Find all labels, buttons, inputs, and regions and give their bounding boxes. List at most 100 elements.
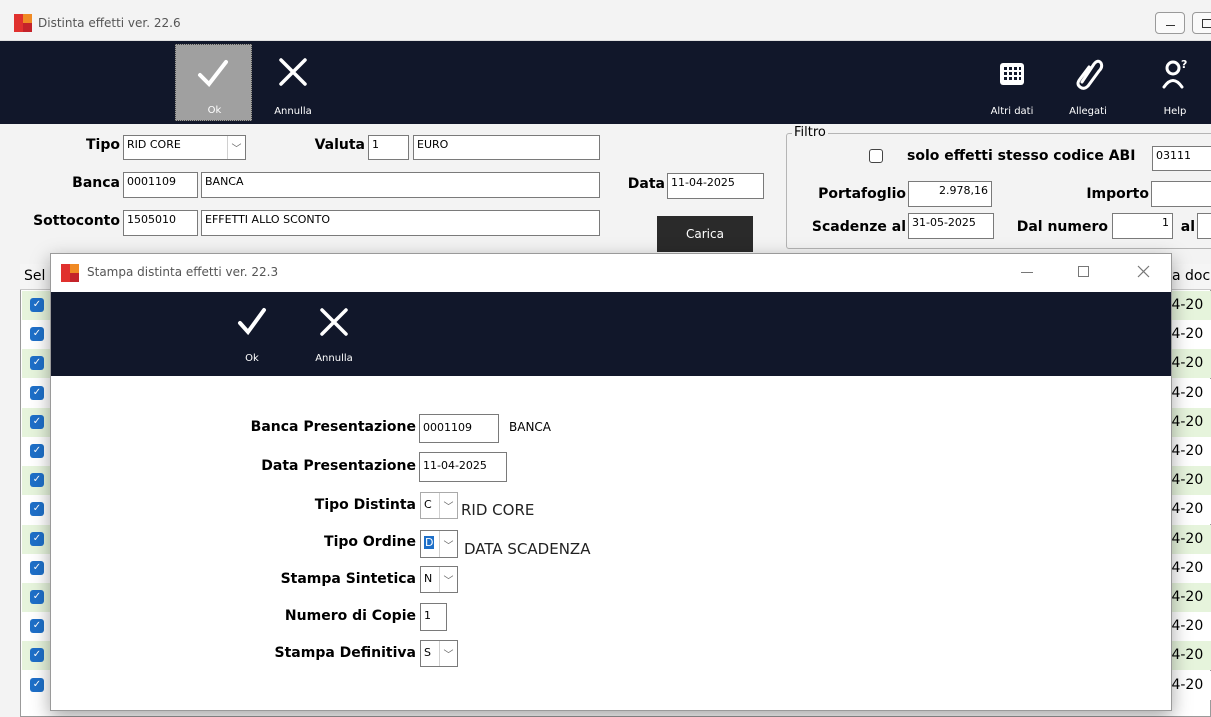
banca-presentazione-label: Banca Presentazione <box>250 419 416 435</box>
valuta-desc-field[interactable]: EURO <box>413 135 600 160</box>
row-select-checkbox[interactable]: ✓ <box>30 648 44 663</box>
sottoconto-code-field[interactable]: 1505010 <box>123 210 198 236</box>
minimize-icon <box>1166 25 1175 26</box>
chevron-down-icon: ﹀ <box>439 531 457 557</box>
abi-field[interactable]: 03111 <box>1152 146 1211 171</box>
dialog-minimize-icon[interactable] <box>1021 272 1033 273</box>
row-select-checkbox[interactable]: ✓ <box>30 414 44 429</box>
banca-code-field[interactable]: 0001109 <box>123 172 198 198</box>
importo-label: Importo <box>1086 186 1149 202</box>
banca-presentazione-field[interactable]: 0001109 <box>419 414 499 443</box>
portafoglio-label: Portafoglio <box>818 186 906 202</box>
solo-effetti-checkbox[interactable] <box>869 149 883 163</box>
dal-numero-label: Dal numero <box>1016 219 1108 235</box>
dialog-toolbar: Ok Annulla <box>51 292 1171 376</box>
ok-label: Ok <box>207 105 222 116</box>
tipo-distinta-desc: RID CORE <box>461 501 535 519</box>
col-sel-header[interactable]: Sel <box>24 268 45 284</box>
row-select-checkbox[interactable]: ✓ <box>30 560 44 575</box>
al-label: al <box>1180 219 1195 235</box>
portafoglio-field[interactable]: 2.978,16 <box>908 181 992 207</box>
stampa-definitiva-value: S <box>424 646 431 659</box>
row-select-checkbox[interactable]: ✓ <box>30 356 44 371</box>
chevron-down-icon: ﹀ <box>439 641 457 666</box>
ok-button[interactable]: Ok <box>175 44 252 121</box>
dialog-titlebar: Stampa distinta effetti ver. 22.3 <box>51 254 1171 292</box>
importo-field[interactable] <box>1151 181 1211 207</box>
sottoconto-label: Sottoconto <box>33 213 120 229</box>
close-icon <box>279 58 307 86</box>
numero-copie-field[interactable]: 1 <box>420 603 447 631</box>
dialog-ok-button[interactable]: Ok <box>231 300 273 370</box>
data-presentazione-field[interactable]: 11-04-2025 <box>419 452 507 482</box>
tipo-distinta-label: Tipo Distinta <box>314 497 416 513</box>
al-field[interactable] <box>1197 213 1211 239</box>
scadenze-field[interactable]: 31-05-2025 <box>908 213 994 239</box>
row-select-checkbox[interactable]: ✓ <box>30 298 44 312</box>
dialog-logo-icon <box>61 264 79 282</box>
row-select-checkbox[interactable]: ✓ <box>30 502 44 517</box>
solo-effetti-label: solo effetti stesso codice ABI <box>907 148 1136 164</box>
tipo-distinta-value: C <box>424 498 432 511</box>
dialog-title: Stampa distinta effetti ver. 22.3 <box>87 265 279 279</box>
data-label: Data <box>627 176 665 192</box>
altri-dati-label: Altri dati <box>990 106 1034 117</box>
annulla-button[interactable]: Annulla <box>262 44 324 121</box>
allegati-button[interactable]: Allegati <box>1060 44 1116 121</box>
row-select-checkbox[interactable]: ✓ <box>30 327 44 342</box>
sottoconto-desc-field[interactable]: EFFETTI ALLO SCONTO <box>201 210 600 236</box>
window-title: Distinta effetti ver. 22.6 <box>38 16 181 30</box>
dialog-close-icon[interactable] <box>1137 265 1150 278</box>
tipo-ordine-select[interactable]: D ﹀ <box>420 530 458 558</box>
tipo-select[interactable]: RID CORE ﹀ <box>123 135 246 160</box>
check-icon <box>238 308 266 336</box>
row-select-checkbox[interactable]: ✓ <box>30 385 44 400</box>
row-select-checkbox[interactable]: ✓ <box>30 473 44 488</box>
filtro-legend: Filtro <box>792 125 828 140</box>
stampa-distinta-dialog: Stampa distinta effetti ver. 22.3 Ok Ann… <box>50 253 1172 711</box>
stampa-sintetica-select[interactable]: N ﹀ <box>420 566 458 593</box>
data-presentazione-label: Data Presentazione <box>261 458 416 474</box>
help-label: Help <box>1163 106 1187 117</box>
maximize-button[interactable] <box>1192 12 1211 34</box>
help-person-icon: ? <box>1162 58 1187 89</box>
row-select-checkbox[interactable]: ✓ <box>30 590 44 604</box>
annulla-label: Annulla <box>274 106 312 117</box>
valuta-code-field[interactable]: 1 <box>368 135 409 160</box>
carica-button[interactable]: Carica <box>657 216 753 252</box>
dal-numero-field[interactable]: 1 <box>1112 213 1173 239</box>
stampa-definitiva-label: Stampa Definitiva <box>274 645 416 661</box>
svg-text:?: ? <box>1181 58 1187 71</box>
dialog-annulla-label: Annulla <box>315 353 353 364</box>
banca-presentazione-desc: BANCA <box>509 420 552 434</box>
maximize-icon <box>1202 19 1211 28</box>
banca-label: Banca <box>72 175 120 191</box>
dialog-annulla-button[interactable]: Annulla <box>303 300 365 370</box>
tipo-ordine-desc: DATA SCADENZA <box>464 540 591 558</box>
help-button[interactable]: ? Help <box>1145 44 1205 121</box>
stampa-sintetica-label: Stampa Sintetica <box>280 571 416 587</box>
row-select-checkbox[interactable]: ✓ <box>30 531 44 546</box>
close-icon <box>320 308 348 336</box>
chevron-down-icon: ﹀ <box>439 493 457 518</box>
tipo-ordine-value: D <box>424 536 435 549</box>
stampa-sintetica-value: N <box>424 572 433 585</box>
chevron-down-icon: ﹀ <box>439 567 457 592</box>
col-data-doc-header[interactable]: a doc <box>1172 268 1210 284</box>
chevron-down-icon: ﹀ <box>227 136 245 159</box>
main-toolbar: Ok Annulla Altri dati Allegati ? Help <box>0 41 1211 124</box>
scadenze-label: Scadenze al <box>811 219 906 235</box>
data-field[interactable]: 11-04-2025 <box>667 173 764 199</box>
row-select-checkbox[interactable]: ✓ <box>30 619 44 634</box>
tipo-distinta-select[interactable]: C ﹀ <box>420 492 458 519</box>
main-titlebar: Distinta effetti ver. 22.6 <box>0 0 1211 41</box>
stampa-definitiva-select[interactable]: S ﹀ <box>420 640 458 667</box>
banca-desc-field[interactable]: BANCA <box>201 172 600 198</box>
minimize-button[interactable] <box>1155 12 1185 34</box>
tipo-label: Tipo <box>86 137 120 153</box>
row-select-checkbox[interactable]: ✓ <box>30 677 44 692</box>
app-logo-icon <box>14 14 32 32</box>
altri-dati-button[interactable]: Altri dati <box>982 44 1042 121</box>
dialog-maximize-icon[interactable] <box>1078 266 1089 277</box>
row-select-checkbox[interactable]: ✓ <box>30 444 44 458</box>
